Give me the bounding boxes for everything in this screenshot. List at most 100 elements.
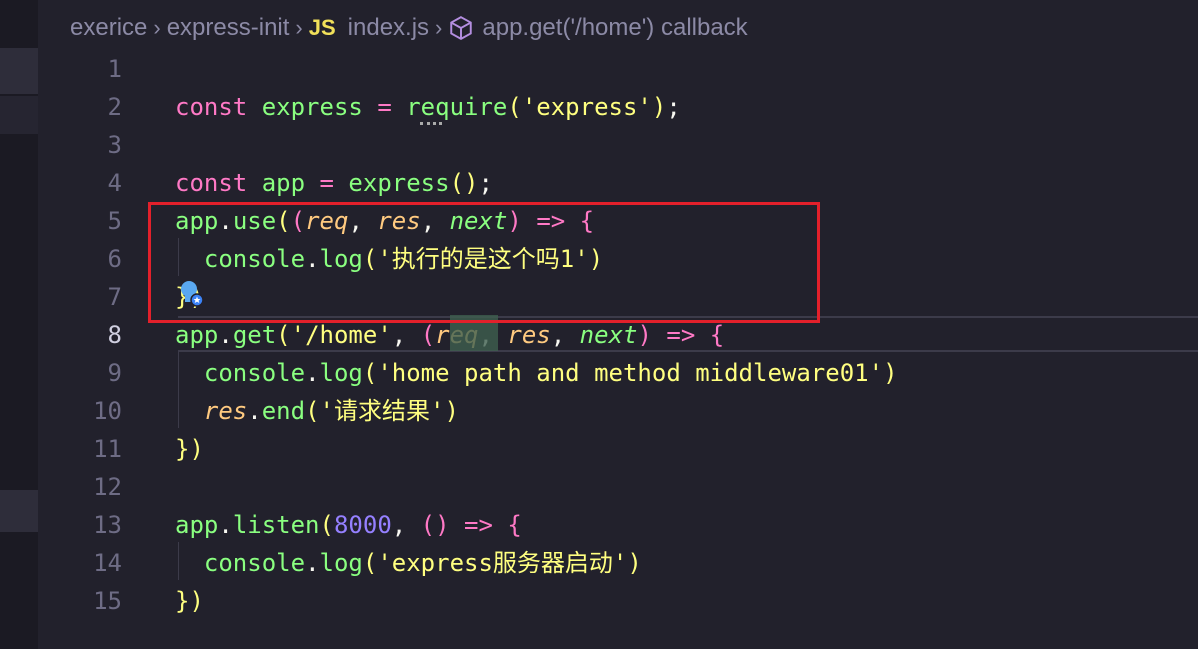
code-token: ) [637,321,652,349]
code-token: require [406,93,508,121]
chevron-right-icon: › [435,15,443,40]
breadcrumb-file[interactable]: index.js [348,14,429,42]
code-token: get [232,321,277,349]
code-token: ( [276,321,291,349]
code-token: const [175,93,248,121]
code-token: console [203,549,306,577]
code-token: '请求结果' [319,397,445,425]
code-token: ) [627,549,642,577]
code-token: end [261,397,306,425]
chevron-right-icon: › [153,15,161,40]
code-token: . [218,321,233,349]
code-token: ( [319,511,334,539]
code-token: , [391,321,421,349]
code-token: ; [666,93,681,121]
strip-block [0,96,38,134]
line-number: 6 [107,245,122,273]
code-token: '/home' [290,321,392,349]
breadcrumb-folder[interactable]: exerice [70,14,147,42]
code-line[interactable]: 12 [38,468,1198,506]
code-token: ) [464,169,479,197]
line-number: 11 [93,435,122,463]
code-line[interactable]: 9 console.log('home path and method midd… [38,354,1198,392]
code-token: 8000 [333,511,392,539]
code-token: 'express服务器启动' [377,549,628,577]
code-token: ( [420,321,436,349]
code-token: ( [507,93,522,121]
code-token: { [507,511,522,539]
code-token: express [261,93,363,121]
code-token: ( [362,359,378,387]
code-line[interactable]: 13 app.listen(8000, () => { [38,506,1198,544]
code-text: res.end('请求结果') [175,392,459,430]
code-token: }) [175,587,204,615]
code-token: 'home path and method middleware01' [377,359,884,387]
hint-squiggle [420,118,442,125]
code-token: => [666,321,696,349]
code-token: 'express' [521,93,652,121]
code-line[interactable]: 10 res.end('请求结果') [38,392,1198,430]
code-text: console.log('home path and method middle… [175,354,898,392]
code-token: ) [883,359,898,387]
line-number: 10 [93,397,122,425]
code-text: app.listen(8000, () => { [175,506,522,544]
code-token: ) [435,511,450,539]
code-token: . [218,511,233,539]
breadcrumb: exerice › express-init › JS index.js › a… [70,10,748,46]
line-number: 5 [107,207,122,235]
code-line[interactable]: 2 const express = require('express'); [38,88,1198,126]
symbol-method-icon [450,16,473,40]
breadcrumb-symbol[interactable]: app.get('/home') callback [482,14,747,42]
code-token: console [203,359,306,387]
code-token: ; [478,169,493,197]
annotation-box [148,202,820,323]
code-text: }) [175,430,204,468]
code-token: => [464,511,493,539]
code-token: log [319,359,363,387]
code-line[interactable]: 15}) [38,582,1198,620]
line-number: 8 [107,321,122,349]
code-text: }) [175,582,204,620]
code-token: res [507,321,551,349]
code-token: . [305,359,320,387]
code-token: app [175,511,219,539]
code-token: { [709,321,725,349]
line-number: 14 [93,549,122,577]
code-token: res [203,397,248,425]
code-token: }) [175,435,204,463]
code-token: ) [444,397,459,425]
code-token: = [377,93,392,121]
code-token: . [305,549,320,577]
code-line[interactable]: 4 const app = express(); [38,164,1198,202]
line-number: 2 [107,93,122,121]
code-token: express [348,169,450,197]
code-token: ( [420,511,436,539]
line-number: 9 [107,359,122,387]
code-line[interactable]: 1 [38,50,1198,88]
code-line[interactable]: 11}) [38,430,1198,468]
code-editor[interactable]: 1 2 const express = require('express'); 3 4 c… [38,50,1198,649]
strip-block [0,48,38,94]
lightbulb-autofix-icon[interactable] [177,279,205,307]
code-token: app [261,169,306,197]
code-token: . [247,397,262,425]
chevron-right-icon: › [295,15,303,40]
line-number: 1 [107,55,122,83]
code-token: listen [232,511,320,539]
breadcrumb-folder[interactable]: express-init [167,14,290,42]
code-token: ) [651,93,667,121]
code-line[interactable]: 14 console.log('express服务器启动') [38,544,1198,582]
code-line[interactable]: 3 [38,126,1198,164]
code-token: , [550,321,580,349]
